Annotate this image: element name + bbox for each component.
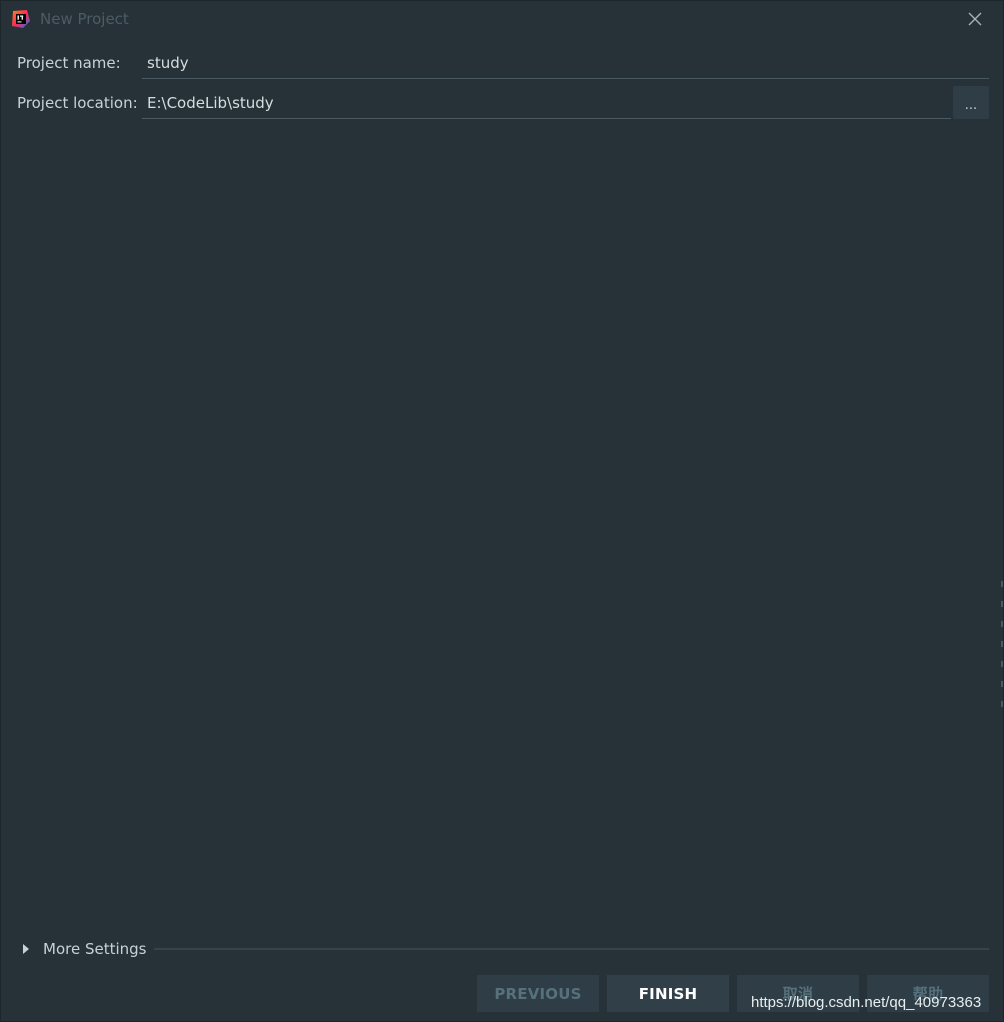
- project-name-label: Project name:: [17, 54, 121, 72]
- window-title: New Project: [40, 10, 129, 28]
- project-name-field[interactable]: [142, 47, 989, 79]
- project-location-input[interactable]: [142, 87, 951, 118]
- project-name-input[interactable]: [142, 47, 989, 78]
- watermark-text: https://blog.csdn.net/qq_40973363: [751, 994, 982, 1011]
- project-location-label: Project location:: [17, 94, 138, 112]
- title-bar: New Project: [1, 1, 1003, 37]
- new-project-dialog: New Project Project name: Project locati…: [0, 0, 1004, 1022]
- more-settings-toggle[interactable]: More Settings: [19, 937, 146, 961]
- more-settings-label: More Settings: [43, 940, 147, 958]
- previous-button[interactable]: PREVIOUS: [477, 975, 599, 1012]
- close-icon: [968, 12, 982, 26]
- finish-button[interactable]: FINISH: [607, 975, 729, 1012]
- intellij-idea-icon: [11, 9, 31, 29]
- browse-location-button[interactable]: ...: [953, 86, 989, 119]
- triangle-right-icon: [23, 944, 29, 954]
- close-button[interactable]: [963, 7, 987, 31]
- project-location-field[interactable]: [142, 87, 951, 119]
- more-settings-divider: [154, 948, 989, 950]
